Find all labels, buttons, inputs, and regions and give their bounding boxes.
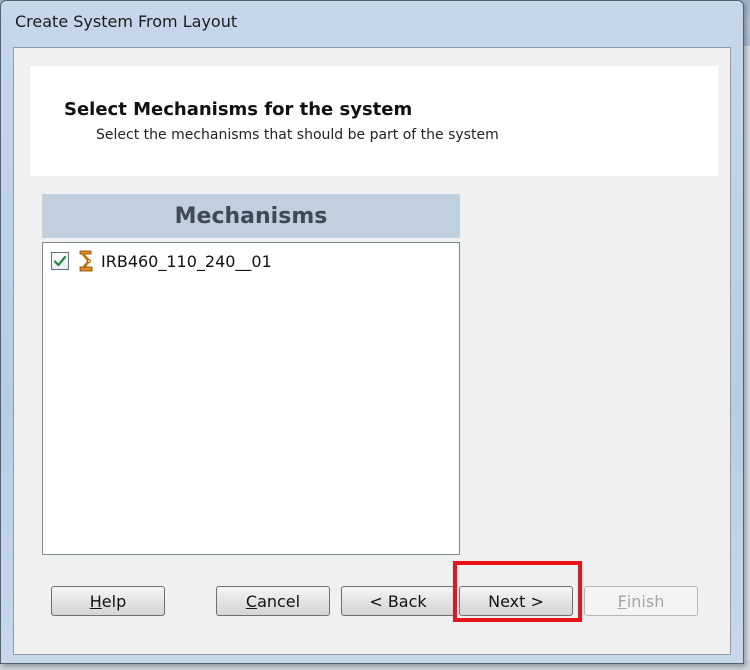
dialog-content: Select Mechanisms for the system Select … bbox=[13, 47, 731, 655]
mechanisms-list[interactable]: IRB460_110_240__01 bbox=[42, 242, 460, 555]
help-button[interactable]: Help bbox=[51, 586, 165, 616]
next-button-label: Next > bbox=[488, 591, 544, 611]
create-system-dialog: Create System From Layout Select Mechani… bbox=[0, 0, 744, 664]
cancel-button-label: ancel bbox=[257, 591, 301, 611]
dialog-titlebar[interactable]: Create System From Layout bbox=[1, 1, 743, 45]
wizard-page-subtitle: Select the mechanisms that should be par… bbox=[96, 127, 499, 143]
mechanism-label: IRB460_110_240__01 bbox=[101, 251, 272, 271]
wizard-header-panel: Select Mechanisms for the system Select … bbox=[30, 66, 718, 176]
mechanisms-header: Mechanisms bbox=[42, 194, 460, 238]
list-item[interactable]: IRB460_110_240__01 bbox=[51, 249, 272, 273]
mechanism-checkbox[interactable] bbox=[51, 252, 69, 270]
back-button-label: < Back bbox=[369, 591, 427, 611]
check-icon bbox=[53, 255, 67, 267]
finish-button-mnemonic: F bbox=[617, 591, 627, 611]
finish-button-label: inish bbox=[626, 591, 665, 611]
robot-icon bbox=[79, 250, 93, 272]
next-button[interactable]: Next > bbox=[459, 586, 573, 616]
wizard-page-title: Select Mechanisms for the system bbox=[64, 99, 413, 120]
back-button[interactable]: < Back bbox=[341, 586, 455, 616]
dialog-title: Create System From Layout bbox=[15, 12, 238, 31]
help-button-label: elp bbox=[101, 591, 127, 611]
help-button-mnemonic: H bbox=[89, 591, 102, 611]
cancel-button[interactable]: Cancel bbox=[216, 586, 330, 616]
cancel-button-mnemonic: C bbox=[245, 591, 258, 611]
finish-button[interactable]: Finish bbox=[584, 586, 698, 616]
mechanisms-heading: Mechanisms bbox=[174, 203, 328, 229]
